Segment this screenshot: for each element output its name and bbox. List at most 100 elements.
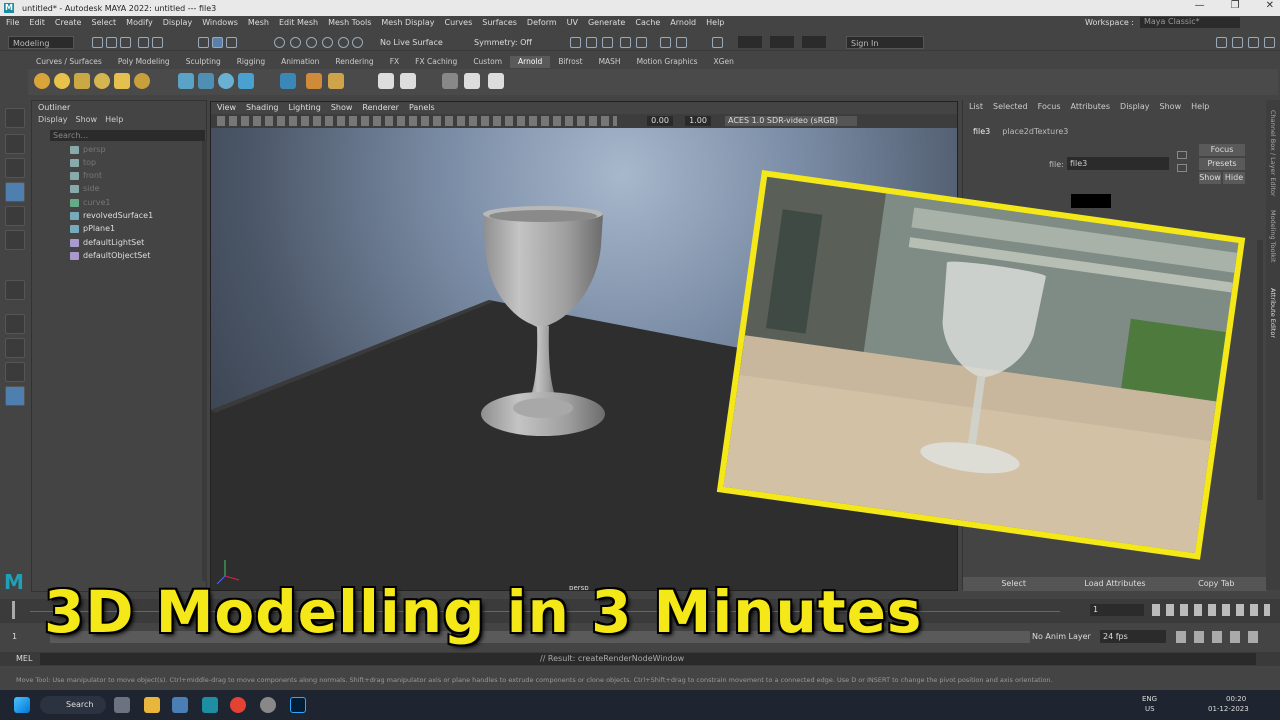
render-view-icon[interactable] (636, 37, 647, 48)
photos-icon[interactable] (172, 697, 188, 713)
anim-prefs-icons[interactable] (1176, 631, 1266, 643)
language-label[interactable]: ENG (1142, 695, 1157, 703)
outliner-menu-help[interactable]: Help (105, 115, 123, 124)
ae-menu-focus[interactable]: Focus (1038, 102, 1061, 111)
channel-box-tab[interactable]: Channel Box / Layer Editor (1269, 110, 1277, 197)
select-component-icon[interactable] (226, 37, 237, 48)
gamma-field[interactable]: 1.00 (685, 116, 711, 126)
outliner-item[interactable]: defaultObjectSet (70, 250, 150, 262)
minimize-button[interactable]: — (1195, 0, 1205, 11)
current-time-marker[interactable] (12, 601, 15, 619)
outliner-item[interactable]: top (70, 157, 96, 169)
obs-icon[interactable] (260, 697, 276, 713)
last-tool-icon[interactable] (5, 280, 25, 300)
menu-help[interactable]: Help (706, 18, 724, 27)
ae-menu-list[interactable]: List (969, 102, 983, 111)
shelf-tab-curves-surfaces[interactable]: Curves / Surfaces (28, 56, 110, 68)
viewport-menu-renderer[interactable]: Renderer (362, 102, 399, 114)
photometric-light-icon[interactable] (94, 73, 110, 89)
persp-outliner-icon[interactable] (5, 362, 25, 382)
load-attributes-button[interactable]: Load Attributes (1064, 577, 1165, 591)
clock-time[interactable]: 00:20 (1226, 695, 1246, 703)
ae-scrollbar[interactable] (1257, 240, 1263, 500)
menu-display[interactable]: Display (163, 18, 193, 27)
select-object-icon[interactable] (212, 37, 223, 48)
taskbar-search[interactable]: Search (40, 696, 106, 714)
arnold-view-icon[interactable] (464, 73, 480, 89)
licence-icon[interactable] (442, 73, 458, 89)
y-field[interactable] (770, 36, 794, 48)
outliner-menu-display[interactable]: Display (38, 115, 68, 124)
render-flush-icon[interactable] (218, 73, 234, 89)
outliner-item[interactable]: side (70, 183, 99, 195)
outliner-item[interactable]: pPlane1 (70, 223, 115, 235)
new-scene-icon[interactable] (92, 37, 103, 48)
playback-controls[interactable] (1152, 604, 1270, 616)
region-label[interactable]: US (1145, 705, 1155, 713)
light-portal-icon[interactable] (114, 73, 130, 89)
menu-deform[interactable]: Deform (527, 18, 557, 27)
open-scene-icon[interactable] (106, 37, 117, 48)
redo-icon[interactable] (152, 37, 163, 48)
channel-box-icon[interactable] (1264, 37, 1275, 48)
snap-grid-icon[interactable] (274, 37, 285, 48)
viewport-menu-view[interactable]: View (217, 102, 236, 114)
maya-taskbar-icon[interactable] (202, 697, 218, 713)
file-name-field[interactable]: file3 (1067, 157, 1169, 170)
menu-mesh[interactable]: Mesh (248, 18, 269, 27)
tool-settings-icon[interactable] (1248, 37, 1259, 48)
arnold-render-icon[interactable] (660, 37, 671, 48)
select-tool-icon[interactable] (5, 108, 25, 128)
menu-edit[interactable]: Edit (29, 18, 45, 27)
shelf-tab-bifrost[interactable]: Bifrost (550, 56, 590, 68)
shelf-tab-sculpting[interactable]: Sculpting (178, 56, 229, 68)
outliner-item[interactable]: curve1 (70, 197, 111, 209)
mode-dropdown[interactable]: Modeling (8, 36, 74, 49)
ae-tab-file3[interactable]: file3 (973, 127, 990, 136)
snap-point-icon[interactable] (306, 37, 317, 48)
snap-surface-icon[interactable] (338, 37, 349, 48)
undo-icon[interactable] (138, 37, 149, 48)
modeling-toolkit-tab[interactable]: Modeling Toolkit (1269, 210, 1277, 262)
shelf-tab-rigging[interactable]: Rigging (229, 56, 273, 68)
outliner-search-input[interactable]: Search... (50, 130, 205, 141)
chrome-icon[interactable] (230, 697, 246, 713)
transform-mode-icon[interactable] (712, 37, 723, 48)
select-hierarchy-icon[interactable] (198, 37, 209, 48)
ae-menu-help[interactable]: Help (1191, 102, 1209, 111)
exposure-field[interactable]: 0.00 (647, 116, 673, 126)
viewport-menu-shading[interactable]: Shading (246, 102, 279, 114)
file-explorer-icon[interactable] (144, 697, 160, 713)
outliner-item[interactable]: front (70, 170, 102, 182)
task-view-icon[interactable] (114, 697, 130, 713)
outliner-item[interactable]: persp (70, 144, 106, 156)
rotate-tool-icon[interactable] (5, 206, 25, 226)
menu-curves[interactable]: Curves (444, 18, 472, 27)
modeling-toolkit-icon[interactable] (1216, 37, 1227, 48)
z-field[interactable] (802, 36, 826, 48)
clock-date[interactable]: 01-12-2023 (1208, 705, 1249, 713)
shelf-tab-fx-caching[interactable]: FX Caching (407, 56, 465, 68)
show-button[interactable]: Show (1199, 172, 1221, 184)
attribute-editor-icon[interactable] (1232, 37, 1243, 48)
menu-create[interactable]: Create (55, 18, 82, 27)
menu-generate[interactable]: Generate (588, 18, 625, 27)
shelf-tab-animation[interactable]: Animation (273, 56, 327, 68)
mesh-light-icon[interactable] (74, 73, 90, 89)
attribute-editor-tab[interactable]: Attribute Editor (1269, 288, 1277, 338)
outliner-layout-icon[interactable] (5, 386, 25, 406)
render-setup-icon[interactable] (328, 73, 344, 89)
paint-select-tool-icon[interactable] (5, 158, 25, 178)
shelf-tab-custom[interactable]: Custom (465, 56, 510, 68)
menu-edit-mesh[interactable]: Edit Mesh (279, 18, 318, 27)
snap-curve-icon[interactable] (290, 37, 301, 48)
shelf-tab-xgen[interactable]: XGen (706, 56, 742, 68)
standin-icon[interactable] (178, 73, 194, 89)
menu-mesh-tools[interactable]: Mesh Tools (328, 18, 371, 27)
menu-surfaces[interactable]: Surfaces (482, 18, 517, 27)
area-light-icon[interactable] (34, 73, 50, 89)
panel-toolbar-icons[interactable] (217, 116, 617, 126)
physical-sky-icon[interactable] (134, 73, 150, 89)
camera-view-icon[interactable] (378, 73, 394, 89)
input-output-icon[interactable] (1177, 151, 1187, 159)
